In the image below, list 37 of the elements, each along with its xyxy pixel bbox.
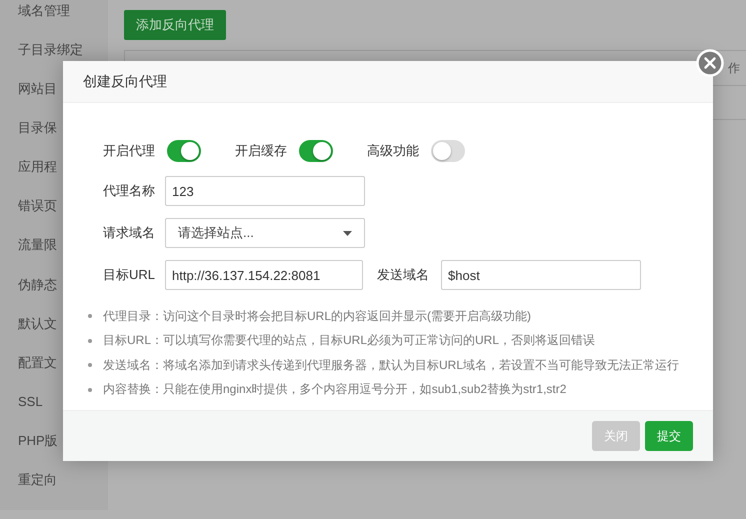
- sidebar-item[interactable]: 网站目: [0, 80, 63, 120]
- toggle-label: 开启代理: [103, 142, 155, 160]
- field-label: 目标URL: [103, 266, 156, 284]
- toggle-label: 开启缓存: [235, 142, 287, 160]
- dialog-title: 创建反向代理: [83, 72, 167, 90]
- bullet-icon: [88, 363, 92, 368]
- sidebar-item[interactable]: 目录保: [0, 119, 63, 158]
- bullet-icon: [88, 314, 92, 318]
- caret-icon: [343, 230, 352, 236]
- sidebar-item[interactable]: 域名管理: [0, 2, 78, 42]
- submit-button[interactable]: 提交: [645, 421, 693, 451]
- help-note: 发送域名：将域名添加到请求头传递到代理服务器，默认为目标URL域名，若设置不当可能导致无法正常运行: [103, 356, 680, 374]
- help-note: 代理目录：访问这个目录时将会把目标URL的内容返回并显示(需要开启高级功能): [103, 308, 531, 325]
- sidebar-item[interactable]: 配置文: [0, 354, 63, 393]
- toggle-label: 高级功能: [367, 142, 419, 160]
- toggle-switch[interactable]: [167, 140, 201, 162]
- help-note: 内容替换：只能在使用nginx时提供，多个内容用逗号分开，如sub1,sub2替换为str1,str2: [103, 381, 566, 398]
- field-label: 请求域名: [103, 224, 156, 242]
- sidebar-item[interactable]: 流量限: [0, 236, 63, 276]
- bullet-icon: [88, 388, 92, 392]
- close-icon[interactable]: [696, 49, 724, 77]
- sidebar-item[interactable]: 应用程: [0, 158, 63, 198]
- help-note: 目标URL：可以填写你需要代理的站点，目标URL必须为可正常访问的URL，否则将返回错误: [103, 332, 596, 350]
- domain-select[interactable]: 请选择站点...: [165, 218, 365, 248]
- sidebar-item[interactable]: PHP版: [0, 432, 63, 471]
- name-input-field[interactable]: 123: [165, 176, 365, 206]
- target-url-input-field[interactable]: http://36.137.154.22:8081: [165, 260, 363, 290]
- field-label: 发送域名: [377, 266, 429, 284]
- sidebar-item[interactable]: 默认文: [0, 314, 63, 354]
- bullet-icon: [88, 338, 92, 343]
- host-input-field[interactable]: $host: [441, 260, 641, 290]
- field-label: 代理名称: [103, 182, 156, 200]
- sidebar-item[interactable]: 重定向: [0, 470, 78, 510]
- add-proxy-button[interactable]: 添加反向代理: [124, 10, 226, 40]
- toggle-switch[interactable]: [299, 140, 333, 162]
- toggle-switch[interactable]: [431, 140, 465, 162]
- column-header: 作: [728, 60, 741, 76]
